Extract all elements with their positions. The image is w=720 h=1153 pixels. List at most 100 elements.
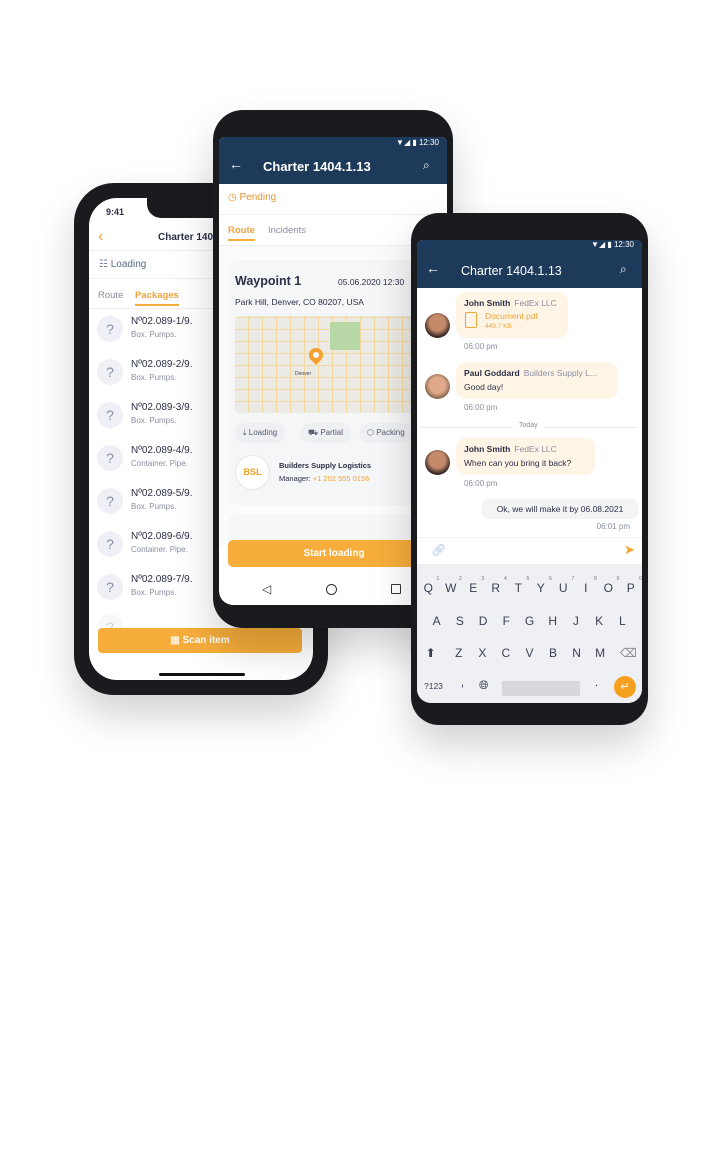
message-bubble[interactable]: Paul Goddard Builders Supply L... Good da… <box>456 362 618 399</box>
clock-icon: ◷ <box>228 192 237 203</box>
package-id: Nº02.089-5/9. <box>131 488 193 499</box>
unknown-status-icon: ? <box>97 531 123 557</box>
back-arrow-icon[interactable]: ← <box>229 156 243 172</box>
key-e[interactable]: E3 <box>464 576 484 595</box>
key-number-hint: 2 <box>458 576 462 582</box>
qr-icon: ▦ <box>170 635 180 646</box>
sender-company: Builders Supply L... <box>523 368 597 378</box>
own-message-bubble[interactable]: Ok, we will make it by 06.08.2021 <box>482 499 638 519</box>
map[interactable]: Denver <box>235 316 425 413</box>
key-b[interactable]: B <box>544 646 562 660</box>
status-label: Pending <box>239 192 277 203</box>
message-text: When can you bring it back? <box>464 458 572 468</box>
nav-home-icon[interactable] <box>326 584 337 595</box>
key-u[interactable]: U7 <box>554 576 574 595</box>
key-y[interactable]: Y6 <box>532 576 552 595</box>
search-icon[interactable]: ⌕ <box>423 158 430 173</box>
manager-phone[interactable]: +1 202 555 0156 <box>313 474 370 483</box>
key-x[interactable]: X <box>473 646 491 660</box>
key-t[interactable]: T5 <box>509 576 530 595</box>
key-i[interactable]: I8 <box>577 576 597 595</box>
scan-item-button[interactable]: ▦ Scan item <box>98 628 302 653</box>
key-w[interactable]: W2 <box>442 576 462 595</box>
file-name[interactable]: Document.pdf <box>485 311 538 321</box>
key-a[interactable]: A <box>428 614 446 628</box>
unknown-status-icon: ? <box>97 445 123 471</box>
waypoint-datetime: 05.06.2020 12:30 <box>338 277 405 287</box>
key-z[interactable]: Z <box>450 646 468 660</box>
comma-key[interactable]: , <box>461 677 464 689</box>
nav-recents-icon[interactable] <box>391 584 401 594</box>
tab-route[interactable]: Route <box>228 225 255 241</box>
sender-company: FedEx LLC <box>514 298 557 308</box>
key-h[interactable]: H <box>544 614 562 628</box>
key-p[interactable]: P0 <box>622 576 642 595</box>
status-label: Loading <box>110 259 147 270</box>
key-g[interactable]: G <box>520 614 538 628</box>
attach-icon[interactable]: 🔗︎ <box>431 543 446 557</box>
backspace-key[interactable]: ⌫ <box>617 646 639 660</box>
back-arrow-icon[interactable]: ← <box>426 260 440 276</box>
key-s[interactable]: S <box>451 614 469 628</box>
symbols-key[interactable]: ?123 <box>424 681 443 691</box>
park-area <box>330 322 360 350</box>
scan-item-label: Scan item <box>182 635 230 646</box>
page-title: Charter 1404.1.13 <box>461 264 562 278</box>
own-message-time: 06:01 pm <box>596 522 630 531</box>
key-v[interactable]: V <box>520 646 538 660</box>
message-time: 06:00 pm <box>464 479 498 488</box>
enter-key[interactable]: ↵ <box>614 676 636 698</box>
chip-packing[interactable]: ⬡ Packing <box>359 423 413 443</box>
space-key[interactable] <box>502 681 580 696</box>
key-j[interactable]: J <box>567 614 585 628</box>
key-l[interactable]: L <box>613 614 631 628</box>
key-k[interactable]: K <box>590 614 608 628</box>
back-chevron-icon[interactable]: ‹ <box>98 228 103 246</box>
waypoint-name: Waypoint 1 <box>235 274 302 288</box>
right-phone-screen: ▼◢ ▮ 12:30 ← Charter 1404.1.13 ⌕ John Sm… <box>417 240 642 703</box>
key-q[interactable]: Q1 <box>419 576 440 595</box>
package-desc: Box. Pumps. <box>131 588 177 597</box>
avatar-paul-goddard <box>425 374 450 399</box>
start-loading-button[interactable]: Start loading <box>228 540 440 567</box>
nav-back-icon[interactable]: ◁ <box>262 582 271 596</box>
globe-icon[interactable]: 🌐︎ <box>479 678 489 693</box>
chip-loading[interactable]: ⤓ Loading <box>235 423 286 443</box>
tab-packages[interactable]: Packages <box>135 290 179 306</box>
key-f[interactable]: F <box>497 614 515 628</box>
period-key[interactable]: . <box>595 677 598 689</box>
chip-partial[interactable]: ⛟ Partial <box>300 423 351 443</box>
key-c[interactable]: C <box>497 646 515 660</box>
key-number-hint: 5 <box>526 576 530 582</box>
key-o[interactable]: O9 <box>599 576 620 595</box>
home-indicator <box>159 673 245 676</box>
pending-status: ◷ Pending <box>228 192 276 203</box>
key-number-hint: 9 <box>616 576 620 582</box>
file-icon <box>465 312 477 328</box>
package-id: Nº02.089-3/9. <box>131 402 193 413</box>
chip-label: Packing <box>376 428 405 437</box>
key-number-hint: 4 <box>503 576 507 582</box>
status-time: 12:30 <box>613 240 634 249</box>
key-r[interactable]: R4 <box>487 576 506 595</box>
search-icon[interactable]: ⌕ <box>620 262 627 277</box>
right-phone: ▼◢ ▮ 12:30 ← Charter 1404.1.13 ⌕ John Sm… <box>411 213 648 725</box>
message-bubble[interactable]: John Smith FedEx LLC When can you bring i… <box>456 438 595 475</box>
package-desc: Box. Pumps. <box>131 330 177 339</box>
map-city-label: Denver <box>295 371 312 377</box>
key-n[interactable]: N <box>568 646 586 660</box>
shift-key[interactable]: ⬆ <box>420 646 442 660</box>
tab-route[interactable]: Route <box>98 290 123 301</box>
message-bubble[interactable]: John Smith FedEx LLC Document.pdf 449.7 K… <box>456 292 568 338</box>
tab-incidents[interactable]: Incidents <box>268 225 306 236</box>
key-m[interactable]: M <box>591 646 609 660</box>
send-icon[interactable]: ➤ <box>624 542 635 558</box>
unknown-status-icon: ? <box>97 359 123 385</box>
status-bar: ▼◢ ▮ 12:30 <box>396 138 439 147</box>
message-time: 06:00 pm <box>464 342 498 351</box>
package-desc: Container. Pipe. <box>131 459 188 468</box>
message-input[interactable] <box>451 542 611 560</box>
key-d[interactable]: D <box>474 614 492 628</box>
unknown-status-icon: ? <box>97 488 123 514</box>
package-id: Nº02.089-1/9. <box>131 316 193 327</box>
